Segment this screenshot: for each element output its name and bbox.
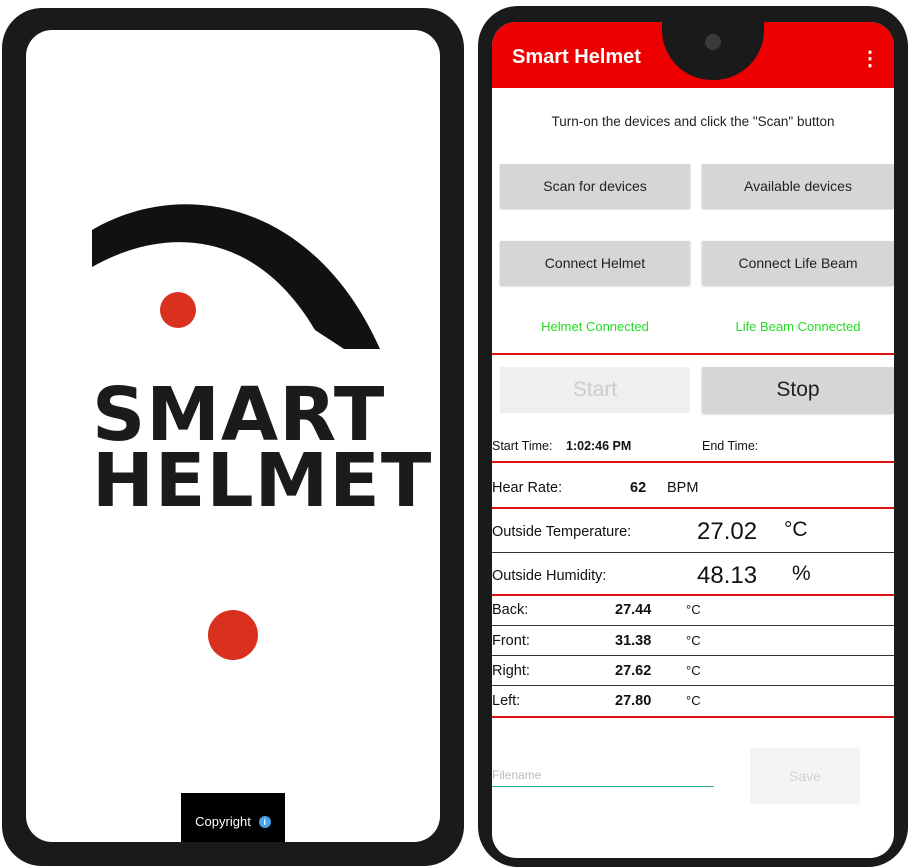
divider [492, 353, 894, 355]
sensor-label-left: Left: [492, 693, 521, 709]
sensor-value-left: 27.80 [615, 693, 652, 709]
divider [492, 625, 894, 626]
helmet-arc-shape [92, 204, 380, 349]
outside-humidity-label: Outside Humidity: [492, 568, 607, 584]
sensor-value-front: 31.38 [615, 633, 652, 649]
connect-lifebeam-button[interactable]: Connect Life Beam [702, 241, 894, 285]
sensor-unit-front: °C [686, 633, 701, 648]
available-devices-button[interactable]: Available devices [702, 164, 894, 208]
logo-text-helmet: HELMET [92, 438, 433, 524]
divider [492, 685, 894, 686]
outside-humidity-unit: % [792, 562, 811, 585]
app-bar: Smart Helmet ⋮ [492, 22, 894, 88]
start-time-value: 1:02:46 PM [566, 439, 632, 453]
end-time-label: End Time: [702, 439, 759, 453]
sensor-value-right: 27.62 [615, 663, 652, 679]
heart-rate-unit: BPM [667, 480, 699, 496]
divider [492, 507, 894, 509]
outside-temperature-unit: °C [784, 518, 808, 541]
logo-dot-top [160, 292, 196, 328]
divider [492, 594, 894, 596]
sensor-value-back: 27.44 [615, 602, 652, 618]
splash-phone-frame: SMART HELMET Copyright i [2, 8, 464, 866]
divider [492, 552, 894, 553]
helmet-status-text: Helmet Connected [541, 319, 649, 334]
app-title: Smart Helmet [512, 46, 641, 68]
logo-dot-bottom [208, 610, 258, 660]
save-button[interactable]: Save [750, 748, 860, 804]
outside-humidity-value: 48.13 [697, 562, 758, 589]
start-time-label: Start Time: [492, 439, 553, 453]
screen-notch [662, 22, 764, 80]
filename-input[interactable] [492, 764, 714, 787]
sensor-unit-right: °C [686, 663, 701, 678]
heart-rate-value: 62 [630, 480, 647, 496]
copyright-label: Copyright [195, 814, 251, 829]
divider [492, 716, 894, 718]
scan-for-devices-button[interactable]: Scan for devices [500, 164, 690, 208]
sensor-unit-left: °C [686, 693, 701, 708]
splash-screen: SMART HELMET Copyright i [26, 30, 440, 842]
connect-helmet-button[interactable]: Connect Helmet [500, 241, 690, 285]
info-icon: i [258, 815, 271, 828]
sensor-label-right: Right: [492, 663, 530, 679]
app-screen: Smart Helmet ⋮ Turn-on the devices and c… [492, 22, 894, 858]
copyright-button[interactable]: Copyright i [181, 793, 285, 842]
front-camera-icon [705, 34, 721, 50]
sensor-label-front: Front: [492, 633, 530, 649]
outside-temperature-label: Outside Temperature: [492, 524, 632, 540]
more-menu-icon[interactable]: ⋮ [860, 46, 880, 71]
outside-temperature-value: 27.02 [697, 518, 758, 545]
sensor-unit-back: °C [686, 602, 701, 617]
heart-rate-label: Hear Rate: [492, 480, 563, 496]
stop-button[interactable]: Stop [702, 367, 894, 413]
divider [492, 461, 894, 463]
divider [492, 655, 894, 656]
instruction-text: Turn-on the devices and click the "Scan"… [551, 114, 835, 129]
sensor-label-back: Back: [492, 602, 529, 618]
lifebeam-status-text: Life Beam Connected [735, 319, 861, 334]
start-button[interactable]: Start [500, 367, 690, 413]
app-phone-frame: Smart Helmet ⋮ Turn-on the devices and c… [478, 6, 908, 867]
